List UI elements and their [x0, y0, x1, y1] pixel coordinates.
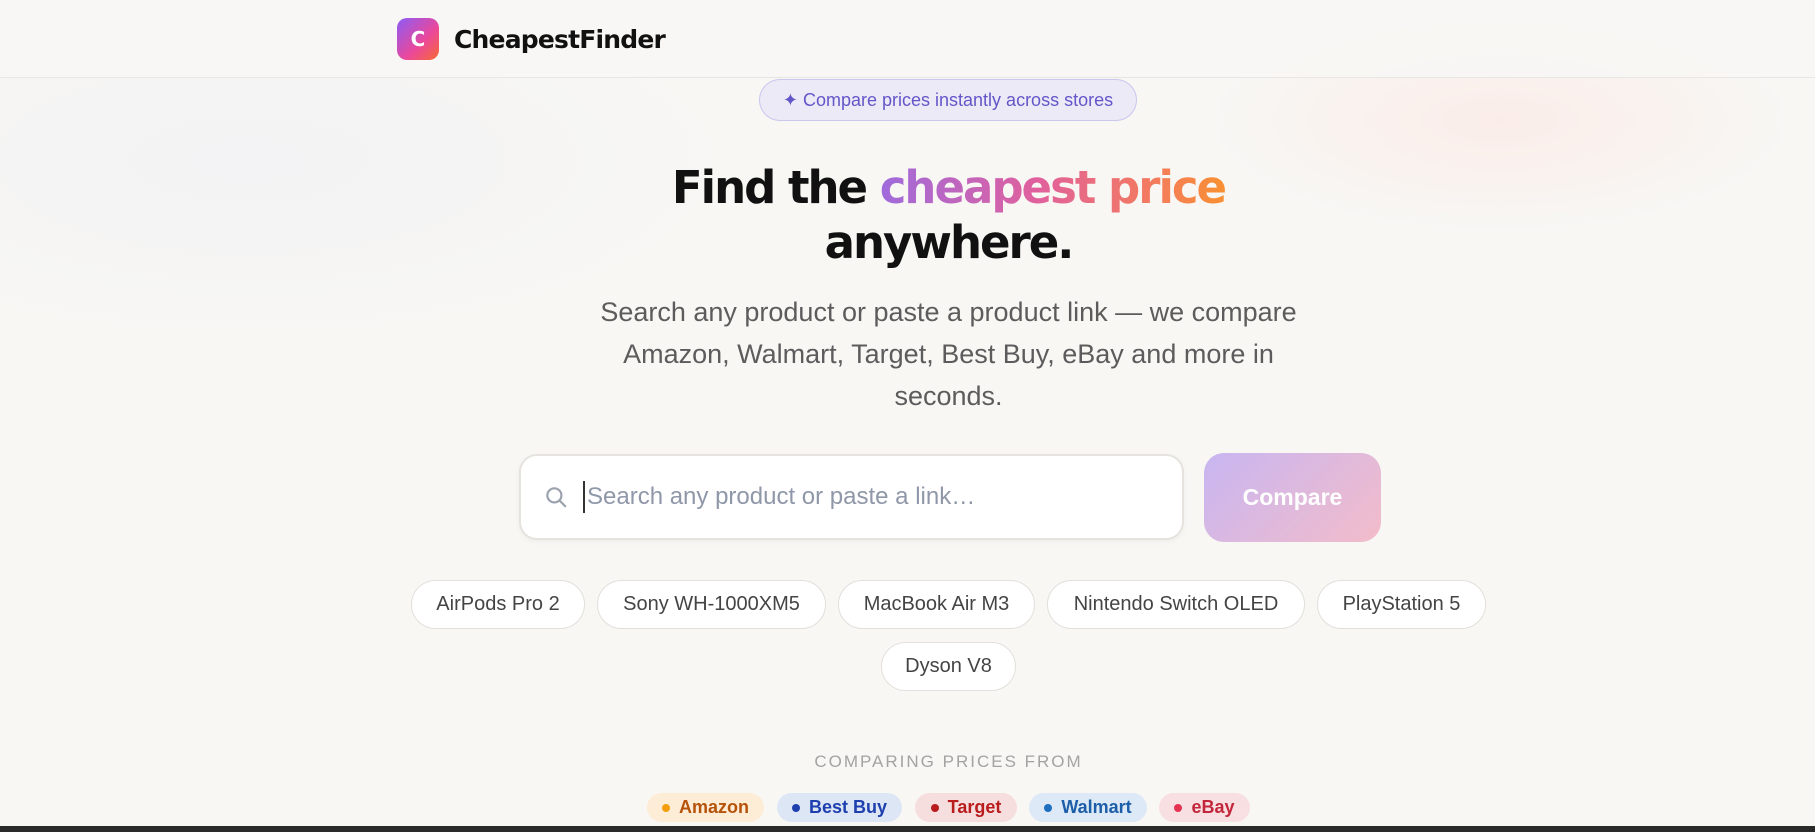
suggestion-chip-dyson-v8[interactable]: Dyson V8	[881, 642, 1016, 691]
store-name: Target	[947, 797, 1002, 817]
brand-name: CheapestFinder	[454, 24, 666, 54]
store-dot-icon	[1044, 803, 1053, 812]
search-box[interactable]	[519, 454, 1184, 540]
store-dot-icon	[1174, 803, 1183, 812]
store-name: Amazon	[678, 797, 749, 817]
headline-part1: Find the	[671, 161, 868, 214]
store-name: Walmart	[1061, 797, 1132, 817]
stores-label: COMPARING PRICES FROM	[814, 752, 1083, 771]
tagline-pill: ✦ Compare prices instantly across stores	[759, 79, 1137, 121]
logo-mark: C	[397, 18, 439, 60]
suggestion-chip-nintendo-switch-oled[interactable]: Nintendo Switch OLED	[1047, 580, 1305, 629]
store-dot-icon	[661, 803, 670, 812]
store-badge-amazon: Amazon	[647, 793, 764, 822]
store-badge-best-buy: Best Buy	[777, 793, 902, 822]
page-headline: Find the cheapest price anywhere.	[0, 160, 1815, 270]
store-name: Best Buy	[808, 797, 888, 817]
store-badge-walmart: Walmart	[1029, 793, 1147, 822]
suggestion-chip-sony-wh-1000xm5[interactable]: Sony WH-1000XM5	[597, 580, 826, 629]
headline-highlight: cheapest price	[879, 161, 1227, 214]
brand-home-link[interactable]: C CheapestFinder	[397, 18, 666, 60]
search-icon	[546, 487, 567, 508]
suggestion-chip-playstation-5[interactable]: PlayStation 5	[1317, 580, 1486, 629]
compare-button[interactable]: Compare	[1204, 453, 1381, 542]
store-badge-target: Target	[915, 793, 1017, 822]
hero-subtitle: Search any product or paste a product li…	[600, 297, 1297, 411]
suggestion-chip-macbook-air-m3[interactable]: MacBook Air M3	[838, 580, 1035, 629]
store-badge-ebay: eBay	[1159, 793, 1250, 822]
store-name: eBay	[1191, 797, 1235, 817]
store-dot-icon	[791, 803, 800, 812]
top-navbar: C CheapestFinder	[0, 0, 1815, 78]
store-dot-icon	[930, 803, 939, 812]
window-bottom-edge	[0, 826, 1815, 832]
search-input[interactable]	[583, 481, 1169, 513]
headline-part2: anywhere.	[824, 216, 1075, 269]
suggestion-chip-airpods-pro-2[interactable]: AirPods Pro 2	[411, 580, 585, 629]
